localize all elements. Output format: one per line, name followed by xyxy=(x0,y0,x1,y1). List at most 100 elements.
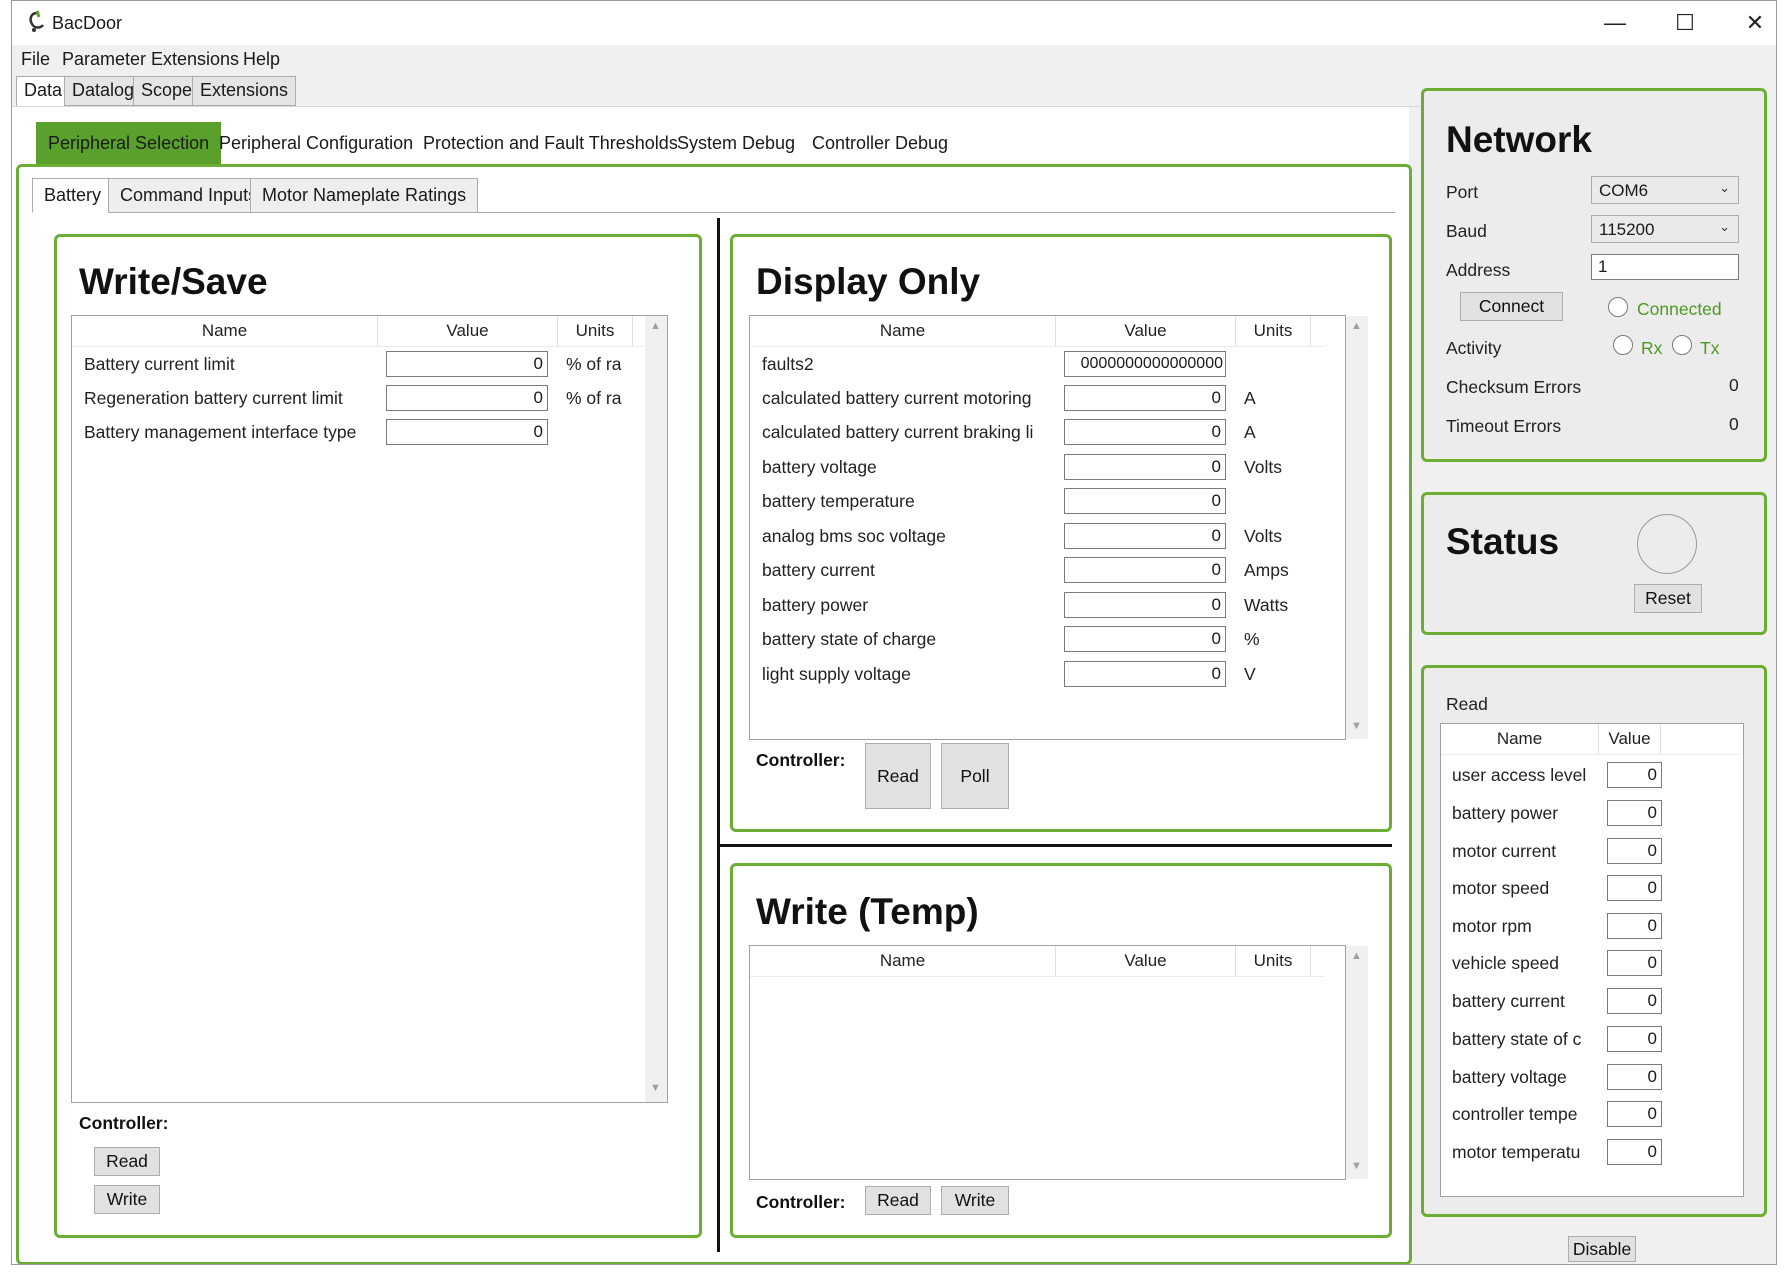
tab-peripheral-configuration[interactable]: Peripheral Configuration xyxy=(207,122,425,164)
read-row-name: battery state of c xyxy=(1452,1029,1582,1049)
column-header-name[interactable]: Name xyxy=(72,316,378,346)
timeout-errors-label: Timeout Errors xyxy=(1446,416,1562,436)
column-header-units[interactable]: Units xyxy=(1236,946,1311,976)
write-save-title: Write/Save xyxy=(79,261,268,302)
value-field[interactable]: 0 xyxy=(1064,454,1226,480)
write-temp-grid: Name Value Units ▲ ▼ xyxy=(749,945,1368,1180)
value-field[interactable]: 0 xyxy=(1064,557,1226,583)
reset-button[interactable]: Reset xyxy=(1634,584,1702,613)
write-save-scrollbar[interactable]: ▲ ▼ xyxy=(645,316,667,1102)
value-field[interactable]: 0 xyxy=(386,419,548,445)
column-header-units[interactable]: Units xyxy=(558,316,633,346)
scroll-down-icon[interactable]: ▼ xyxy=(1351,720,1362,732)
rx-indicator xyxy=(1613,335,1633,355)
port-select[interactable]: COM6 ⌄ xyxy=(1591,176,1739,204)
write-temp-scrollbar[interactable]: ▲ ▼ xyxy=(1346,946,1368,1179)
tab-datalog[interactable]: Datalog xyxy=(64,76,143,106)
read-row-name: battery power xyxy=(1452,803,1559,823)
tab-command-inputs[interactable]: Command Inputs xyxy=(108,178,270,213)
row-unit: Volts xyxy=(1244,526,1282,546)
read-value-field[interactable]: 0 xyxy=(1607,1101,1662,1127)
scroll-down-icon[interactable]: ▼ xyxy=(1351,1160,1362,1172)
column-header-name[interactable]: Name xyxy=(750,316,1056,346)
scroll-up-icon[interactable]: ▲ xyxy=(1351,950,1362,962)
display-only-poll-button[interactable]: Poll xyxy=(941,743,1009,809)
read-value-field[interactable]: 0 xyxy=(1607,875,1662,901)
row-name: battery state of charge xyxy=(762,629,937,649)
column-header-name[interactable]: Name xyxy=(1441,724,1599,754)
row-name: calculated battery current motoring xyxy=(762,388,1032,408)
display-only-title: Display Only xyxy=(756,261,981,302)
value-field[interactable]: 0000000000000000 xyxy=(1064,351,1226,377)
column-header-units[interactable]: Units xyxy=(1236,316,1311,346)
column-header-name[interactable]: Name xyxy=(750,946,1056,976)
tab-battery[interactable]: Battery xyxy=(32,178,114,213)
baud-label: Baud xyxy=(1446,221,1487,241)
read-value-field[interactable]: 0 xyxy=(1607,762,1662,788)
checksum-errors-value: 0 xyxy=(1729,375,1739,395)
tab-scope[interactable]: Scope xyxy=(133,76,201,106)
tab-controller-debug[interactable]: Controller Debug xyxy=(800,122,960,164)
read-row-name: vehicle speed xyxy=(1452,953,1560,973)
close-button[interactable]: ✕ xyxy=(1720,1,1776,45)
disable-button[interactable]: Disable xyxy=(1568,1236,1636,1262)
baud-select[interactable]: 115200 ⌄ xyxy=(1591,215,1739,243)
menu-help[interactable]: Help xyxy=(243,49,280,70)
value-field[interactable]: 0 xyxy=(1064,592,1226,618)
column-header-value[interactable]: Value xyxy=(378,316,558,346)
read-value-field[interactable]: 0 xyxy=(1607,913,1662,939)
row-unit: % xyxy=(1244,629,1260,649)
tab-system-debug[interactable]: System Debug xyxy=(665,122,807,164)
value-field[interactable]: 0 xyxy=(1064,488,1226,514)
scroll-up-icon[interactable]: ▲ xyxy=(650,320,661,332)
read-value-field[interactable]: 0 xyxy=(1607,988,1662,1014)
write-save-read-button[interactable]: Read xyxy=(94,1147,160,1176)
connect-button[interactable]: Connect xyxy=(1460,292,1563,321)
read-value-field[interactable]: 0 xyxy=(1607,838,1662,864)
read-value-field[interactable]: 0 xyxy=(1607,800,1662,826)
read-value-field[interactable]: 0 xyxy=(1607,1139,1662,1165)
value-field[interactable]: 0 xyxy=(1064,626,1226,652)
read-row-name: motor speed xyxy=(1452,878,1550,898)
menu-extensions[interactable]: Extensions xyxy=(151,49,239,70)
write-temp-write-button[interactable]: Write xyxy=(941,1186,1009,1215)
scroll-down-icon[interactable]: ▼ xyxy=(650,1082,661,1094)
value-field[interactable]: 0 xyxy=(1064,419,1226,445)
tab-protection-fault-thresholds[interactable]: Protection and Fault Thresholds xyxy=(411,122,690,164)
status-indicator-icon xyxy=(1637,514,1697,574)
column-header-value[interactable]: Value xyxy=(1056,316,1236,346)
read-value-field[interactable]: 0 xyxy=(1607,1064,1662,1090)
menu-parameter[interactable]: Parameter xyxy=(62,49,146,70)
write-temp-read-button[interactable]: Read xyxy=(865,1186,931,1215)
maximize-button[interactable]: ☐ xyxy=(1650,1,1720,45)
connected-radio[interactable] xyxy=(1608,297,1628,317)
read-panel-title: Read xyxy=(1446,694,1488,714)
checksum-errors-label: Checksum Errors xyxy=(1446,377,1582,397)
splitter-vertical[interactable] xyxy=(717,218,720,1252)
scroll-up-icon[interactable]: ▲ xyxy=(1351,320,1362,332)
read-value-field[interactable]: 0 xyxy=(1607,950,1662,976)
row-name: light supply voltage xyxy=(762,664,911,684)
row-name: analog bms soc voltage xyxy=(762,526,946,546)
value-field[interactable]: 0 xyxy=(386,351,548,377)
row-name: battery temperature xyxy=(762,491,915,511)
minimize-button[interactable]: — xyxy=(1580,1,1650,45)
value-field[interactable]: 0 xyxy=(1064,661,1226,687)
tab-motor-nameplate-ratings[interactable]: Motor Nameplate Ratings xyxy=(250,178,479,213)
tab-peripheral-selection[interactable]: Peripheral Selection xyxy=(36,122,222,164)
value-field[interactable]: 0 xyxy=(1064,385,1226,411)
write-save-write-button[interactable]: Write xyxy=(94,1185,160,1214)
value-field[interactable]: 0 xyxy=(1064,523,1226,549)
column-header-value[interactable]: Value xyxy=(1056,946,1236,976)
splitter-horizontal[interactable] xyxy=(720,844,1392,847)
column-header-value[interactable]: Value xyxy=(1599,724,1661,754)
display-only-scrollbar[interactable]: ▲ ▼ xyxy=(1346,316,1368,739)
display-only-read-button[interactable]: Read xyxy=(865,743,931,809)
read-row-name: battery current xyxy=(1452,991,1565,1011)
value-field[interactable]: 0 xyxy=(386,385,548,411)
tab-extensions[interactable]: Extensions xyxy=(192,76,297,106)
menu-file[interactable]: File xyxy=(21,49,50,70)
address-input[interactable]: 1 xyxy=(1591,254,1739,280)
read-value-field[interactable]: 0 xyxy=(1607,1026,1662,1052)
tab-data[interactable]: Data xyxy=(16,76,71,108)
